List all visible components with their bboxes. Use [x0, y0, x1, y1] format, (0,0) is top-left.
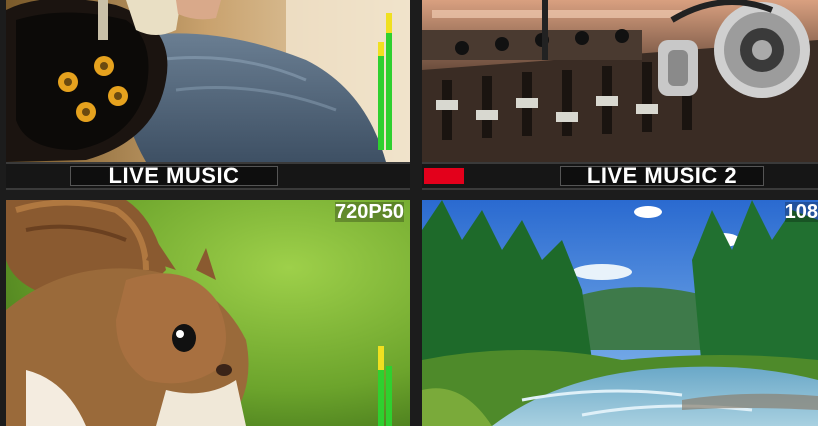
audio-meter-scale — [392, 6, 404, 150]
tally-indicator-red — [424, 168, 464, 184]
video-tile-squirrel[interactable]: 720P50 — [6, 200, 410, 426]
video-tile-forest-river[interactable]: 108 — [422, 200, 818, 426]
source-label: LIVE MUSIC 2 — [560, 165, 764, 187]
video-tile-live-music[interactable] — [6, 0, 410, 162]
label-bar-top-left: LIVE MUSIC — [6, 162, 410, 190]
audio-meter-scale — [392, 328, 404, 426]
audio-meter — [374, 6, 406, 150]
video-tile-live-music-2[interactable] — [422, 0, 818, 162]
video-format-label: 720P50 — [335, 201, 404, 223]
dj-mixer-image — [422, 0, 818, 162]
forest-river-image — [422, 200, 818, 426]
squirrel-image — [6, 200, 410, 426]
source-label: LIVE MUSIC — [70, 165, 278, 187]
audio-meter — [374, 328, 406, 426]
guitarist-image — [6, 0, 410, 162]
multiview-screen: LIVE MUSIC LIVE MUSIC 2 720P50 108 — [0, 0, 818, 426]
audio-meter-left-channel — [378, 42, 384, 150]
label-bar-top-right: LIVE MUSIC 2 — [422, 162, 818, 190]
video-format-label: 108 — [784, 201, 818, 223]
audio-meter-left-channel — [378, 346, 384, 426]
